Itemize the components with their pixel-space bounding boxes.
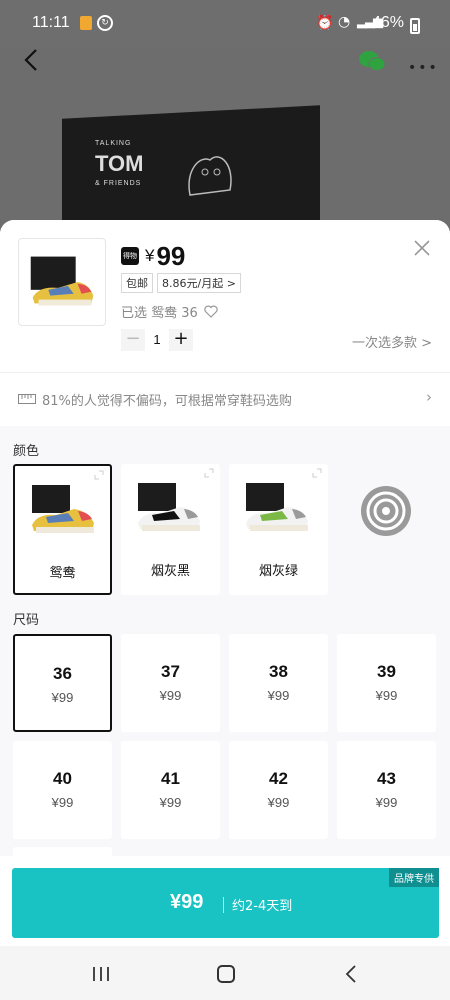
wifi-icon: ◔ bbox=[338, 14, 351, 30]
size-option-card[interactable]: 40 ¥99 bbox=[13, 741, 112, 839]
color-option-name: 鸳鸯 bbox=[49, 566, 76, 581]
nav-back-icon[interactable] bbox=[345, 964, 357, 984]
ruler-icon bbox=[18, 394, 36, 404]
battery-percentage: 46% bbox=[372, 14, 405, 31]
expand-icon[interactable] bbox=[204, 468, 214, 478]
size-value: 41 bbox=[161, 769, 180, 788]
size-price: ¥99 bbox=[51, 690, 74, 705]
selected-text: 已选 鸳鸯 36 bbox=[121, 306, 198, 321]
size-price: ¥99 bbox=[51, 795, 74, 810]
more-options-icon[interactable]: ••• bbox=[408, 60, 439, 76]
color-option-name: 烟灰绿 bbox=[258, 564, 298, 579]
status-time: 11:11 bbox=[32, 14, 70, 31]
buy-area: 品牌专供 ¥99 约2-4天到 bbox=[0, 856, 450, 946]
wechat-share-icon[interactable] bbox=[358, 50, 386, 72]
size-price: ¥99 bbox=[159, 795, 182, 810]
size-value: 43 bbox=[377, 769, 396, 788]
tag-row: 包邮 8.86元/月起 > bbox=[121, 273, 245, 293]
ar-try-on-icon[interactable] bbox=[360, 485, 412, 537]
delivery-eta: 约2-4天到 bbox=[232, 899, 293, 914]
multi-select-link[interactable]: 一次选多款 > bbox=[352, 332, 432, 351]
size-value: 38 bbox=[269, 662, 288, 681]
shoe-image bbox=[138, 483, 200, 531]
brand-logo: TALKING TOM & FRIENDS bbox=[95, 140, 144, 187]
color-option-name: 烟灰黑 bbox=[150, 564, 190, 579]
sku-selection-sheet: 得物 ¥ 99 包邮 8.86元/月起 > 已选 鸳鸯 36 − 1 + 一次选… bbox=[0, 220, 450, 946]
size-value: 42 bbox=[269, 769, 288, 788]
shoe-image bbox=[32, 485, 94, 533]
size-option-card[interactable]: 42 ¥99 bbox=[229, 741, 328, 839]
quantity-stepper: − 1 + bbox=[121, 329, 193, 351]
installment-tag[interactable]: 8.86元/月起 > bbox=[157, 273, 241, 293]
size-option-card[interactable]: 43 ¥99 bbox=[337, 741, 436, 839]
selected-summary: 已选 鸳鸯 36 bbox=[121, 302, 218, 321]
size-price: ¥99 bbox=[267, 688, 290, 703]
cat-illustration-icon bbox=[188, 156, 232, 196]
price-row: 得物 ¥ 99 bbox=[121, 240, 186, 271]
chevron-right-icon: › bbox=[426, 388, 432, 406]
alarm-icon: ⏰ bbox=[316, 15, 334, 31]
size-price: ¥99 bbox=[375, 688, 398, 703]
selected-product-thumbnail[interactable] bbox=[18, 238, 106, 326]
size-value: 39 bbox=[377, 662, 396, 681]
free-shipping-tag: 包邮 bbox=[121, 273, 153, 293]
close-icon[interactable] bbox=[412, 238, 432, 258]
heart-icon[interactable] bbox=[204, 305, 218, 318]
size-value: 37 bbox=[161, 662, 180, 681]
back-arrow-icon[interactable] bbox=[22, 48, 42, 72]
sheet-summary: 得物 ¥ 99 包邮 8.86元/月起 > 已选 鸳鸯 36 − 1 + 一次选… bbox=[0, 220, 450, 426]
decrease-quantity-button[interactable]: − bbox=[121, 329, 145, 351]
size-fit-hint[interactable]: 81%的人觉得不偏码，可根据常穿鞋码选购 › bbox=[0, 372, 450, 426]
product-header: ••• bbox=[0, 48, 450, 88]
size-price: ¥99 bbox=[375, 795, 398, 810]
size-option-card[interactable]: 36 ¥99 bbox=[13, 634, 112, 732]
expand-icon[interactable] bbox=[312, 468, 322, 478]
size-value: 40 bbox=[53, 769, 72, 788]
fit-text: 81%的人觉得不偏码，可根据常穿鞋码选购 bbox=[42, 394, 292, 409]
size-option-card[interactable]: 41 ¥99 bbox=[121, 741, 220, 839]
size-section-label: 尺码 bbox=[13, 613, 40, 628]
divider bbox=[223, 897, 224, 913]
poizon-badge: 得物 bbox=[121, 247, 139, 265]
price-symbol: ¥ bbox=[145, 246, 155, 265]
buy-price: ¥99 bbox=[170, 891, 204, 913]
size-option-card[interactable]: 38 ¥99 bbox=[229, 634, 328, 732]
status-bar: 11:11 ↻ ⏰ ◔ ▂▃▅ 46% bbox=[0, 0, 450, 48]
buy-button[interactable]: 品牌专供 ¥99 约2-4天到 bbox=[12, 868, 439, 938]
battery-icon bbox=[410, 18, 420, 34]
color-option-card[interactable]: 鸳鸯 bbox=[13, 464, 112, 595]
system-nav-bar bbox=[0, 946, 450, 1000]
increase-quantity-button[interactable]: + bbox=[169, 329, 193, 351]
home-icon[interactable] bbox=[217, 965, 235, 983]
size-price: ¥99 bbox=[159, 688, 182, 703]
shoe-image bbox=[246, 483, 308, 531]
size-price: ¥99 bbox=[267, 795, 290, 810]
price-value: 99 bbox=[156, 240, 186, 271]
expand-icon[interactable] bbox=[94, 470, 104, 480]
color-option-card[interactable]: 烟灰绿 bbox=[229, 464, 328, 595]
quantity-value: 1 bbox=[153, 332, 161, 347]
color-section-label: 颜色 bbox=[13, 444, 40, 459]
color-option-card[interactable]: 烟灰黑 bbox=[121, 464, 220, 595]
size-value: 36 bbox=[53, 664, 72, 683]
recent-apps-icon[interactable] bbox=[92, 966, 110, 982]
notification-app-icon bbox=[80, 16, 92, 30]
brand-exclusive-badge: 品牌专供 bbox=[389, 868, 439, 887]
notification-sync-icon: ↻ bbox=[97, 15, 113, 31]
size-option-card[interactable]: 37 ¥99 bbox=[121, 634, 220, 732]
size-option-card[interactable]: 39 ¥99 bbox=[337, 634, 436, 732]
